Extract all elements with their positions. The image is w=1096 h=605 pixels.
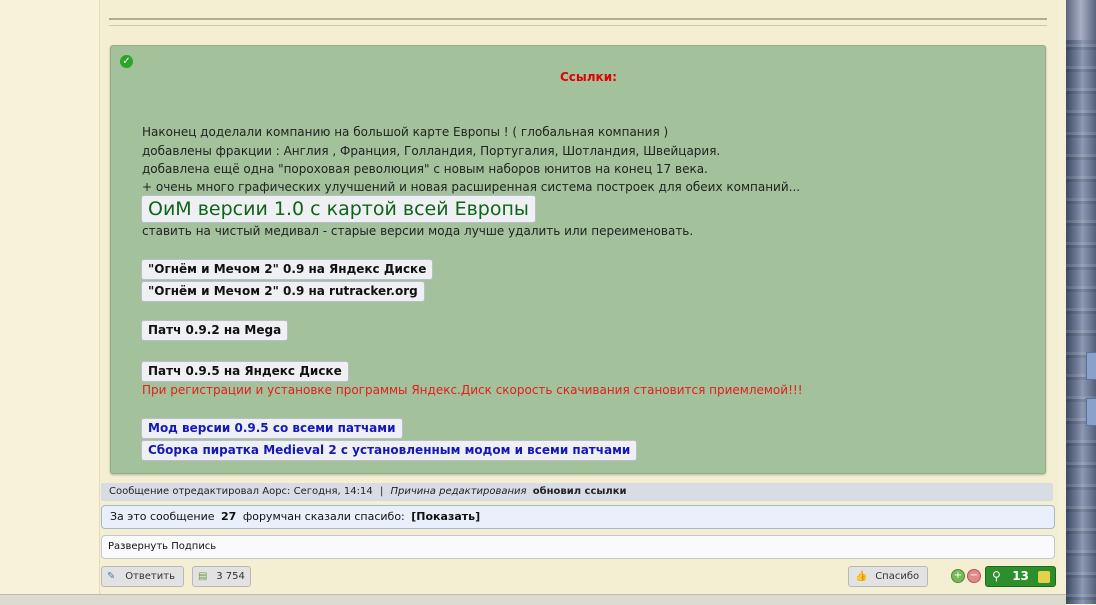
link-patch-095[interactable]: Патч 0.9.5 на Яндекс Диске [141,361,349,382]
thanks-bar: За это сообщение 27 форумчан сказали спа… [101,505,1055,529]
check-icon: ✓ [120,55,133,68]
spoiler-title: Ссылки: [560,70,617,84]
plus-icon[interactable]: + [951,569,965,583]
link-yandex-09[interactable]: "Огнём и Мечом 2" 0.9 на Яндекс Диске [141,259,434,280]
signature-bar: Развернуть Подпись [101,535,1055,559]
edit-reason-label: Причина редактирования [390,486,527,497]
expand-signature-link[interactable]: Развернуть Подпись [108,541,216,552]
description-line: добавлены фракции : Англия , Франция, Го… [142,144,721,158]
link-patch-092[interactable]: Патч 0.9.2 на Mega [141,320,289,341]
bottom-divider [0,594,1066,605]
reply-icon: ✎ [107,571,116,582]
post-separator [109,18,1047,26]
thanks-count: 27 [221,510,237,523]
magnifier-icon: ⚲ [992,569,1001,583]
post-count-badge: ▤ 3 754 [192,566,251,587]
reply-label: Ответить [125,571,175,582]
posts-icon: ▤ [198,571,208,582]
thanks-button[interactable]: 👍 Спасибо [848,566,928,587]
show-thanks-link[interactable]: [Показать] [411,510,480,523]
download-warning: При регистрации и установке программы Ян… [142,383,803,397]
description-line: добавлена ещё одна "пороховая революция"… [142,162,708,176]
main-download-link[interactable]: ОиМ версии 1.0 с картой всей Европы [141,195,536,223]
thanks-middle: форумчан сказали спасибо: [242,510,405,523]
reputation-badge: ⚲ 13 [985,566,1056,587]
link-rutracker-09[interactable]: "Огнём и Мечом 2" 0.9 на rutracker.org [141,281,425,302]
install-note: ставить на чистый медивал - старые верси… [142,224,694,238]
left-margin [0,0,99,604]
edit-info-text: Сообщение отредактировал Аорс: Сегодня, … [109,486,373,497]
stone-column-border [1066,0,1096,604]
link-pirate-build[interactable]: Сборка пиратка Medieval 2 с установленны… [141,440,638,461]
description-line: Наконец доделали компанию на большой кар… [142,125,669,139]
shield-icon [1038,570,1051,583]
edit-info-bar: Сообщение отредактировал Аорс: Сегодня, … [101,483,1053,501]
thanks-button-label: Спасибо [875,571,920,582]
minus-icon[interactable]: − [967,569,981,583]
thanks-prefix: За это сообщение [110,510,215,523]
side-scroll-tab-top[interactable] [1086,352,1096,380]
description-line: + очень много графических улучшений и но… [142,180,801,194]
side-scroll-tab-bottom[interactable] [1086,398,1096,426]
link-mod-095[interactable]: Мод версии 0.9.5 со всеми патчами [141,418,403,439]
reputation-value: 13 [1012,569,1029,583]
edit-info-separator: | [379,486,384,497]
thumbs-up-icon: 👍 [855,571,868,582]
edit-reason: обновил ссылки [532,486,627,497]
post-count: 3 754 [216,571,245,582]
stone-column-cap [1066,0,1096,40]
reply-button[interactable]: ✎ Ответить [101,566,184,587]
